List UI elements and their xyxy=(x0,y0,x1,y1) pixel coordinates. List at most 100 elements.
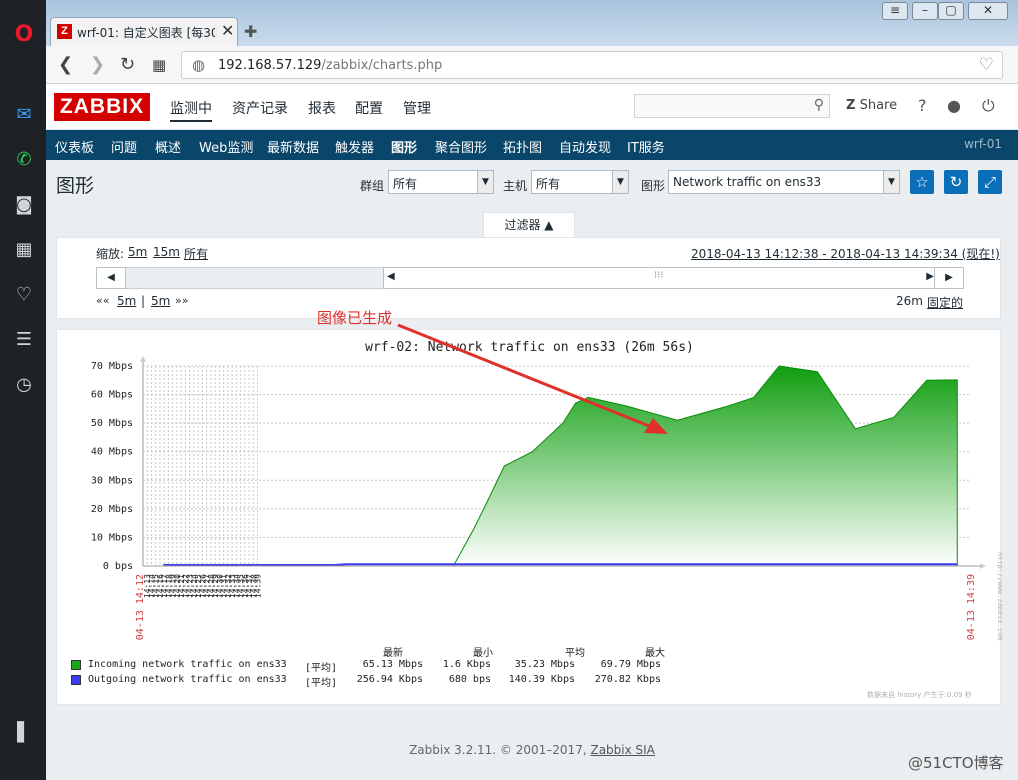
subnav-maps[interactable]: 拓扑图 xyxy=(503,137,542,156)
x-start-label: 04-13 14:12 xyxy=(135,574,146,640)
scroll-right-icon[interactable]: ▶ xyxy=(934,267,964,289)
legend-header-max: 最大 xyxy=(645,648,665,659)
graph-select[interactable]: Network traffic on ens33 ▼ xyxy=(668,170,900,194)
legend-min: 1.6 Kbps xyxy=(442,659,491,670)
time-range[interactable]: 2018-04-13 14:12:38 - 2018-04-13 14:39:3… xyxy=(691,247,1000,261)
zoom-15m-link[interactable]: 15m xyxy=(153,245,180,259)
legend-series-name: Incoming network traffic on ens33 xyxy=(88,659,287,670)
filter-toggle-tab[interactable]: 过滤器 ▲ xyxy=(483,212,575,238)
grip-icon: ⁝⁝⁝ xyxy=(654,270,664,281)
whatsapp-icon[interactable]: ✆ xyxy=(13,149,35,171)
chevron-down-icon: ▼ xyxy=(883,171,899,193)
nav-back-5m-link[interactable]: 5m xyxy=(117,294,136,308)
user-profile-icon[interactable]: ● xyxy=(947,96,961,115)
opera-logo-icon[interactable]: O xyxy=(13,24,35,46)
help-icon[interactable]: ? xyxy=(918,96,927,115)
sidebar-toggle-icon[interactable]: ▌ xyxy=(13,722,35,744)
zabbix-sia-link[interactable]: Zabbix SIA xyxy=(590,743,654,757)
nav-next-link[interactable]: »» xyxy=(175,294,188,307)
thumb-right-handle-icon[interactable]: ▶ xyxy=(926,271,934,282)
menu-administration[interactable]: 管理 xyxy=(403,98,431,118)
x-axis-arrow-icon xyxy=(980,563,986,569)
x-end-label: 04-13 14:39 xyxy=(966,574,977,640)
camera-icon[interactable]: ◙ xyxy=(13,194,35,216)
subnav-it-services[interactable]: IT服务 xyxy=(627,137,665,156)
tab-menu-icon[interactable]: ≡ xyxy=(882,2,908,20)
subnav-problems[interactable]: 问题 xyxy=(111,137,137,156)
group-select[interactable]: 所有 ▼ xyxy=(388,170,494,194)
legend-row-outgoing: Outgoing network traffic on ens33 [平均] 2… xyxy=(71,674,711,689)
legend-last: 65.13 Mbps xyxy=(362,659,423,670)
subnav-triggers[interactable]: 触发器 xyxy=(335,137,374,156)
share-button[interactable]: Z Share xyxy=(846,98,897,113)
url-field[interactable]: ◍ 192.168.57.129/zabbix/charts.php ♡ xyxy=(181,51,1003,79)
subnav-web[interactable]: Web监测 xyxy=(199,137,253,156)
new-tab-icon[interactable]: ✚ xyxy=(244,22,257,41)
heart-icon[interactable]: ♡ xyxy=(13,284,35,306)
y-tick-label: 20 Mbps xyxy=(91,504,133,515)
logout-icon[interactable]: ⏻ xyxy=(982,96,995,116)
zoom-5m-link[interactable]: 5m xyxy=(128,245,147,259)
scroll-left-icon[interactable]: ◀ xyxy=(96,267,126,289)
legend-avg: 35.23 Mbps xyxy=(514,659,575,670)
timeline-thumb[interactable]: ◀ ⁝⁝⁝ ▶ xyxy=(383,267,938,289)
server-name: wrf-01 xyxy=(964,137,1002,151)
reload-icon[interactable]: ↻ xyxy=(120,54,135,75)
maximize-icon[interactable]: ▢ xyxy=(938,2,964,20)
subnav-graphs[interactable]: 图形 xyxy=(391,137,417,156)
speed-dial-icon[interactable]: ▦ xyxy=(13,239,35,261)
legend-header-avg: 平均 xyxy=(565,648,585,659)
subnav-screens[interactable]: 聚合图形 xyxy=(435,137,487,156)
fullscreen-icon[interactable]: ⤢ xyxy=(978,170,1002,194)
host-label: 主机 xyxy=(503,179,528,193)
x-tick-label: 14:39 xyxy=(254,574,263,598)
favorite-star-icon[interactable]: ☆ xyxy=(910,170,934,194)
history-icon[interactable]: ◷ xyxy=(13,374,35,396)
y-tick-label: 60 Mbps xyxy=(91,390,133,401)
menu-reports[interactable]: 报表 xyxy=(308,98,336,118)
y-axis-arrow-icon xyxy=(140,356,146,362)
host-select[interactable]: 所有 ▼ xyxy=(531,170,629,194)
messenger-icon[interactable]: ✉ xyxy=(13,104,35,126)
subnav-overview[interactable]: 概述 xyxy=(155,137,181,156)
legend-last: 256.94 Kbps xyxy=(356,674,423,685)
outgoing-line xyxy=(163,563,958,566)
timeline-scrollbar[interactable]: ◀ ◀ ⁝⁝⁝ ▶ ▶ xyxy=(96,267,964,289)
y-tick-label: 40 Mbps xyxy=(91,447,133,458)
browser-window: Z wrf-01: 自定义图表 [每30 ✕ ✚ ≡ – ▢ ✕ ❮ ❯ ↻ ▦… xyxy=(46,0,1018,780)
zabbix-header: ZABBIX 监测中 资产记录 报表 配置 管理 ⚲ Z Share ? ● ⏻ xyxy=(46,84,1018,130)
tabs-grid-icon[interactable]: ▦ xyxy=(152,56,166,74)
subnav-dashboard[interactable]: 仪表板 xyxy=(55,137,94,156)
legend-max: 270.82 Kbps xyxy=(594,674,661,685)
zoom-all-link[interactable]: 所有 xyxy=(184,247,208,261)
globe-icon: ◍ xyxy=(192,56,206,74)
menu-monitoring[interactable]: 监测中 xyxy=(170,98,212,122)
window-close-icon[interactable]: ✕ xyxy=(968,2,1008,20)
bookmark-heart-icon[interactable]: ♡ xyxy=(979,55,994,75)
search-input[interactable]: ⚲ xyxy=(634,94,830,118)
chevron-down-icon: ▼ xyxy=(612,171,628,193)
fixed-toggle-link[interactable]: 固定的 xyxy=(927,296,963,310)
share-icon: Z xyxy=(846,98,856,113)
subnav-latest-data[interactable]: 最新数据 xyxy=(267,137,319,156)
annotation-label: 图像已生成 xyxy=(317,309,393,327)
nav-forward-5m-link[interactable]: 5m xyxy=(151,294,170,308)
browser-tab[interactable]: Z wrf-01: 自定义图表 [每30 ✕ xyxy=(50,17,238,46)
legend-series-name: Outgoing network traffic on ens33 xyxy=(88,674,287,685)
zabbix-logo[interactable]: ZABBIX xyxy=(54,93,150,121)
y-tick-label: 70 Mbps xyxy=(91,361,133,372)
subnav-discovery[interactable]: 自动发现 xyxy=(559,137,611,156)
back-icon[interactable]: ❮ xyxy=(58,54,73,75)
news-icon[interactable]: ☰ xyxy=(13,329,35,351)
thumb-left-handle-icon[interactable]: ◀ xyxy=(387,271,395,282)
corner-watermark: @51CTO博客 xyxy=(908,754,1004,772)
close-icon[interactable]: ✕ xyxy=(221,21,234,40)
zabbix-side-watermark: http://www.zabbix.com xyxy=(996,552,1002,641)
nav-prev-link[interactable]: «« xyxy=(96,294,109,307)
menu-inventory[interactable]: 资产记录 xyxy=(232,98,288,118)
minimize-icon[interactable]: – xyxy=(912,2,938,20)
forward-icon[interactable]: ❯ xyxy=(90,54,105,75)
search-icon[interactable]: ⚲ xyxy=(814,97,824,113)
refresh-icon[interactable]: ↻ xyxy=(944,170,968,194)
menu-configuration[interactable]: 配置 xyxy=(355,98,383,118)
